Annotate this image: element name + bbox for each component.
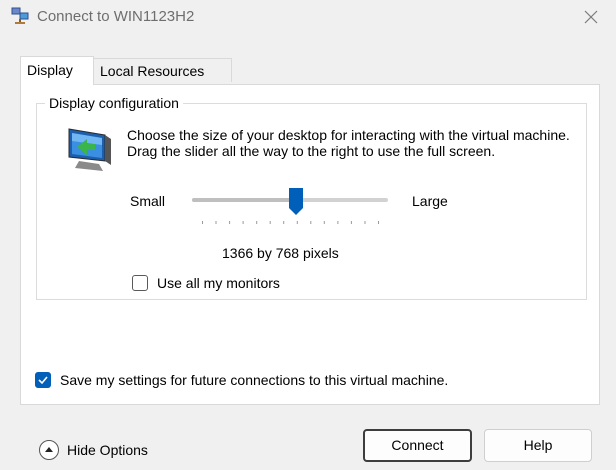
slider-tick: [323, 221, 325, 224]
chevron-up-icon: [39, 440, 59, 460]
close-icon[interactable]: [578, 5, 604, 29]
slider-tick: [378, 221, 379, 224]
group-title: Display configuration: [45, 95, 183, 111]
display-configuration-group: Display configuration Choose the size of…: [36, 95, 587, 300]
save-settings-checkbox[interactable]: [35, 372, 51, 388]
slider-fill: [192, 198, 296, 202]
save-settings-label: Save my settings for future connections …: [60, 372, 449, 388]
use-all-monitors-label: Use all my monitors: [157, 275, 280, 291]
use-all-monitors-option[interactable]: Use all my monitors: [132, 275, 280, 291]
slider-tick: [256, 221, 258, 224]
slider-tick: [296, 221, 298, 224]
slider-tick: [350, 221, 352, 224]
remote-desktop-icon: [11, 7, 29, 24]
tab-panel-display: Display configuration Choose the size of…: [20, 84, 600, 405]
slider-tick: [229, 221, 231, 224]
monitor-icon: [68, 128, 111, 171]
tab-local-resources-label: Local Resources: [100, 63, 205, 79]
help-button-label: Help: [523, 437, 553, 453]
title-bar: Connect to WIN1123H2: [0, 0, 616, 34]
hide-options-button[interactable]: Hide Options: [39, 440, 148, 460]
tab-display-label: Display: [27, 62, 73, 78]
slider-tick: [202, 221, 203, 224]
slider-tick: [283, 221, 285, 224]
slider-min-label: Small: [130, 193, 166, 209]
resolution-label: 1366 by 768 pixels: [222, 245, 339, 261]
checkmark-icon: [38, 376, 48, 385]
slider-tick: [364, 221, 366, 224]
use-all-monitors-checkbox[interactable]: [132, 275, 148, 291]
save-settings-option[interactable]: Save my settings for future connections …: [35, 372, 448, 388]
display-description: Choose the size of your desktop for inte…: [127, 127, 570, 159]
slider-tick: [269, 221, 271, 224]
display-size-slider[interactable]: [192, 188, 388, 230]
slider-thumb[interactable]: [289, 188, 303, 215]
help-button[interactable]: Help: [484, 429, 592, 462]
slider-tick: [310, 221, 312, 224]
slider-tick: [337, 221, 339, 224]
window-title: Connect to WIN1123H2: [37, 8, 195, 25]
hide-options-label: Hide Options: [67, 442, 148, 458]
slider-ticks: [202, 221, 379, 224]
slider-tick: [242, 221, 244, 224]
tab-local-resources[interactable]: Local Resources: [93, 58, 232, 82]
connect-button-label: Connect: [391, 437, 444, 453]
slider-max-label: Large: [412, 193, 448, 209]
connect-button[interactable]: Connect: [363, 429, 472, 462]
slider-tick: [215, 221, 217, 224]
tab-display[interactable]: Display: [20, 56, 94, 85]
